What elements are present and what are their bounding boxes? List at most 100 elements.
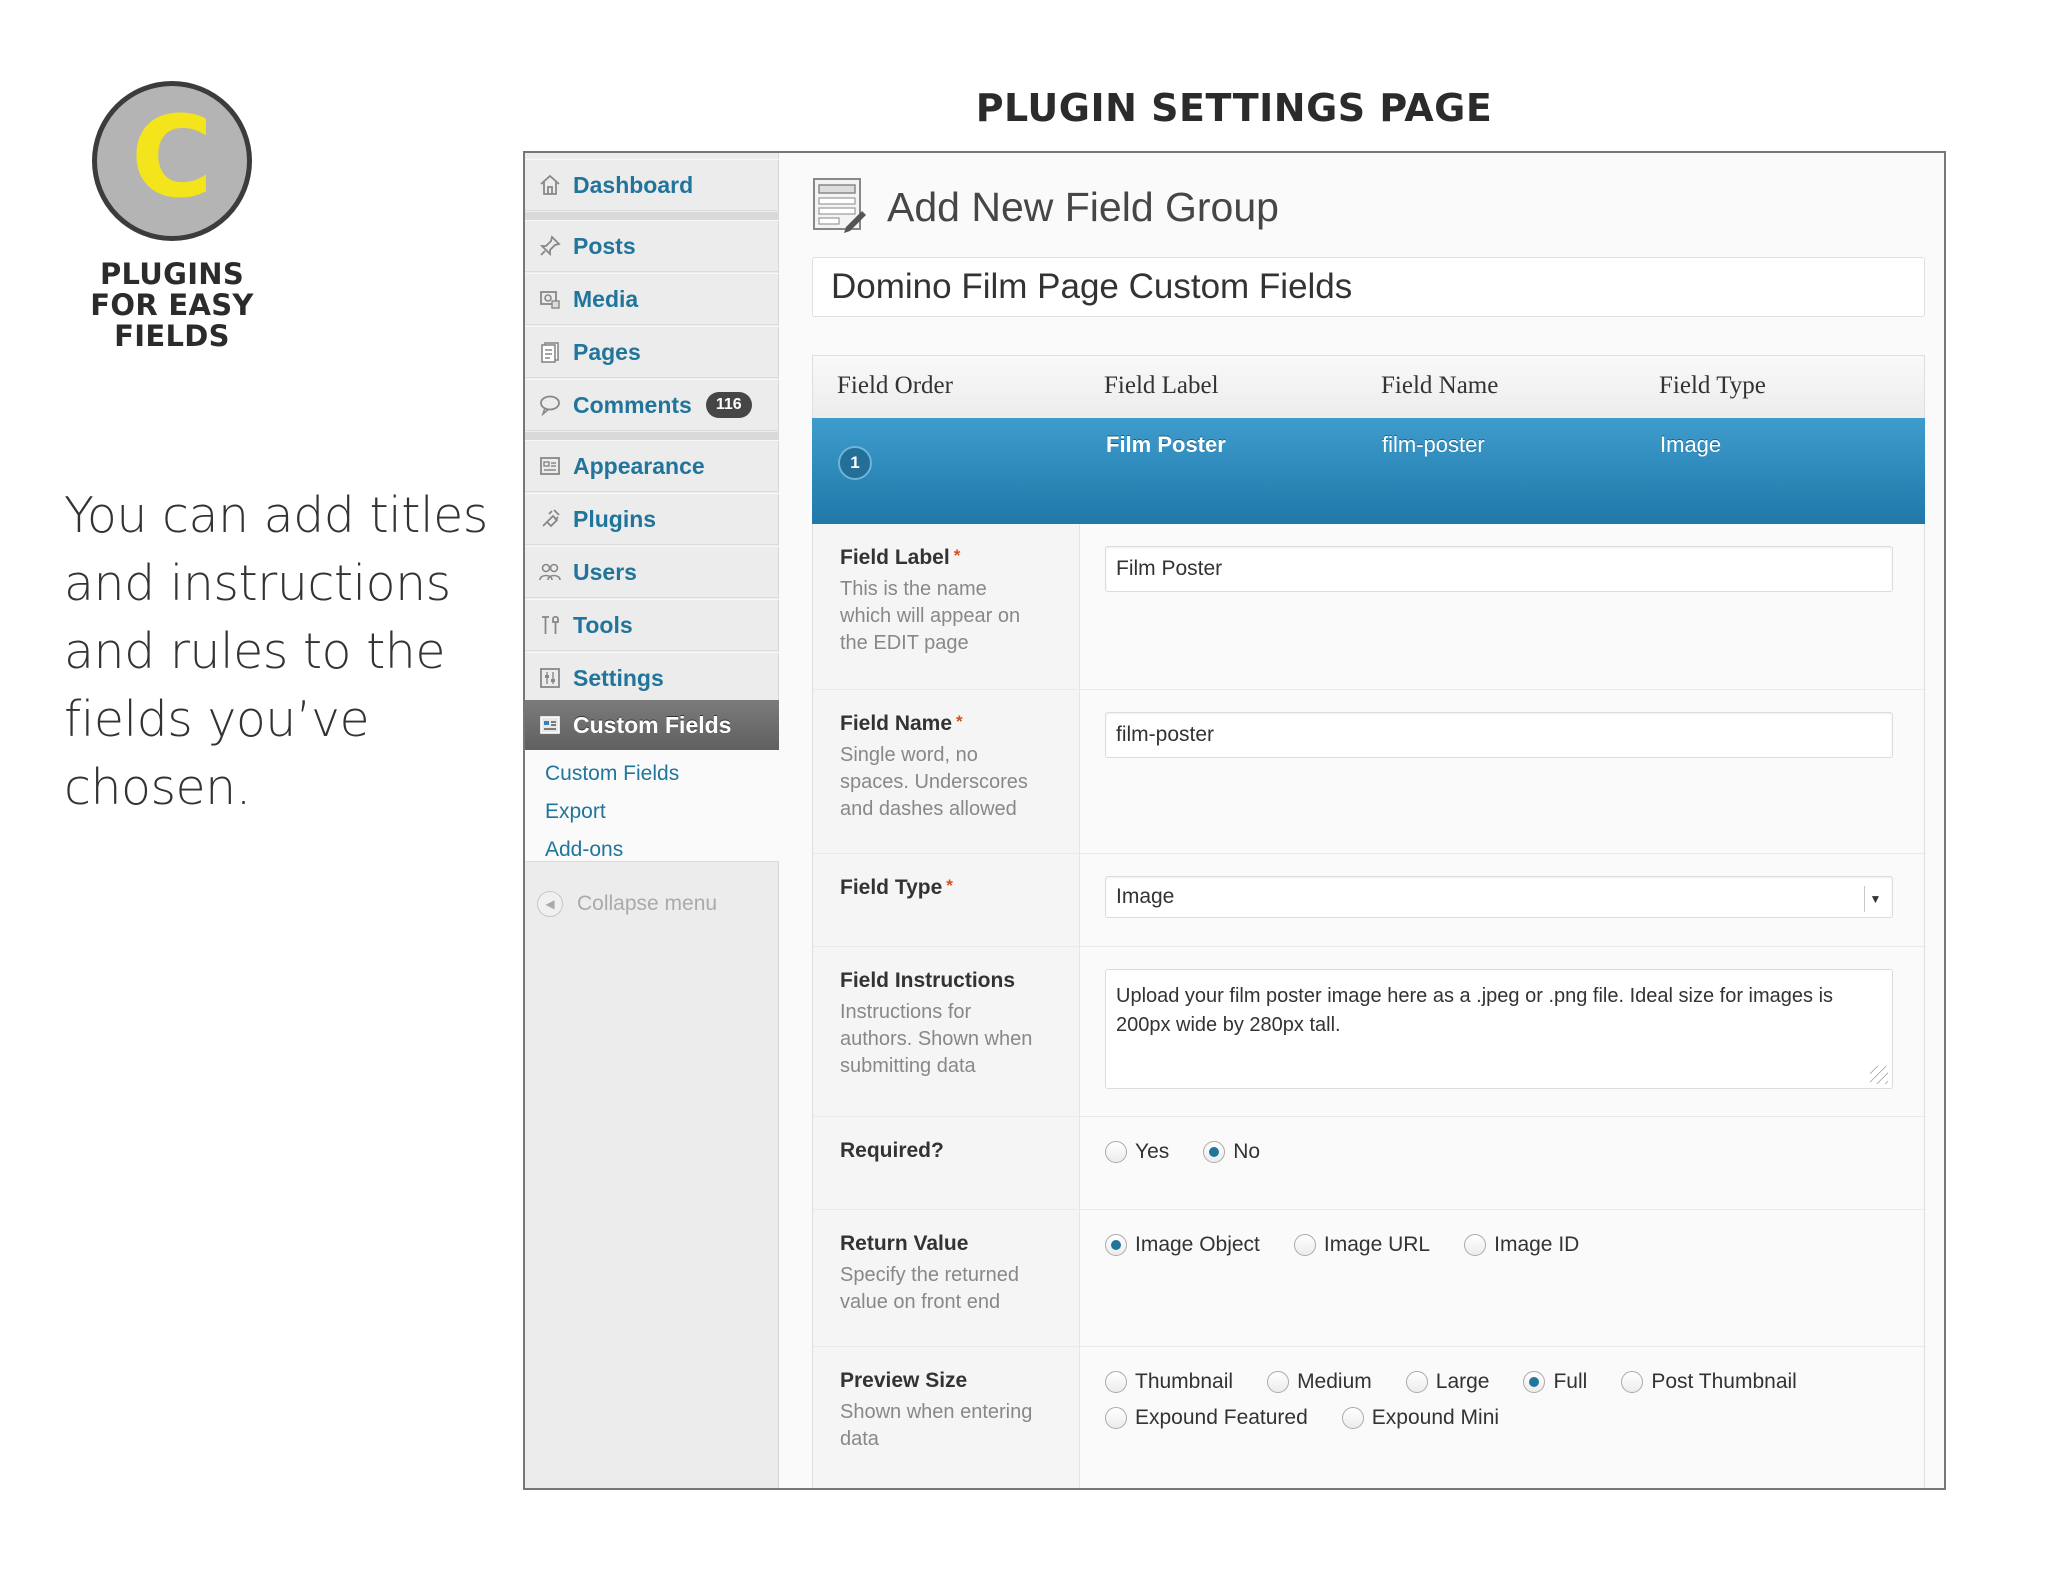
field-order-badge[interactable]: 1 bbox=[838, 446, 872, 480]
radio-button[interactable] bbox=[1105, 1141, 1127, 1163]
submenu-add-ons[interactable]: Add-ons bbox=[545, 838, 623, 862]
radio-label: Medium bbox=[1297, 1370, 1372, 1393]
field-row-active[interactable]: 1 Film Poster film-poster Image bbox=[812, 418, 1925, 524]
sidebar-item-comments[interactable]: Comments 116 bbox=[525, 379, 779, 431]
description-text: You can add titles and instructions and … bbox=[64, 487, 488, 816]
row-field-type: Image bbox=[1660, 432, 1722, 457]
radio-button[interactable] bbox=[1105, 1371, 1127, 1393]
field-group-title-input[interactable]: Domino Film Page Custom Fields bbox=[812, 257, 1925, 317]
appearance-icon bbox=[537, 453, 563, 479]
radio-expound-mini[interactable]: Expound Mini bbox=[1341, 1406, 1499, 1430]
return-value-radio-group: Image Object Image URL Image ID bbox=[1105, 1233, 1885, 1257]
row-field-name: film-poster bbox=[1382, 432, 1485, 457]
radio-image-id[interactable]: Image ID bbox=[1464, 1233, 1579, 1257]
radio-post-thumbnail[interactable]: Post Thumbnail bbox=[1621, 1370, 1797, 1394]
radio-label: Full bbox=[1553, 1370, 1588, 1393]
badge-caption: PLUGINS FOR EASY FIELDS bbox=[90, 257, 254, 353]
sidebar-item-label: Posts bbox=[573, 232, 636, 259]
radio-required-yes[interactable]: Yes bbox=[1105, 1140, 1169, 1164]
radio-label: No bbox=[1233, 1140, 1261, 1163]
radio-label: Image Object bbox=[1135, 1233, 1260, 1256]
chevron-down-icon[interactable]: ▼ bbox=[1864, 886, 1886, 912]
sidebar-item-settings[interactable]: Settings bbox=[525, 652, 779, 704]
sidebar-item-posts[interactable]: Posts bbox=[525, 220, 779, 272]
radio-required-no[interactable]: No bbox=[1203, 1140, 1260, 1164]
sidebar-item-label: Users bbox=[573, 558, 637, 585]
collapse-menu-button[interactable]: ◀ Collapse menu bbox=[537, 891, 717, 917]
required-star: * bbox=[953, 546, 961, 565]
setting-row-return-value: Return Value Specify the returned value … bbox=[813, 1210, 1926, 1347]
radio-button-selected[interactable] bbox=[1105, 1234, 1127, 1256]
submenu-export[interactable]: Export bbox=[545, 800, 606, 824]
pin-icon bbox=[537, 233, 563, 259]
radio-large[interactable]: Large bbox=[1405, 1370, 1489, 1394]
radio-button[interactable] bbox=[1464, 1234, 1487, 1256]
home-icon bbox=[537, 172, 563, 198]
sidebar-item-plugins[interactable]: Plugins bbox=[525, 493, 779, 545]
radio-image-url[interactable]: Image URL bbox=[1293, 1233, 1430, 1257]
users-icon bbox=[537, 559, 563, 585]
resize-grip-icon[interactable] bbox=[1870, 1066, 1888, 1084]
badge-letter: C bbox=[130, 93, 214, 223]
required-radio-group: Yes No bbox=[1105, 1140, 1885, 1164]
tools-icon bbox=[537, 612, 563, 638]
custom-fields-submenu: Custom Fields Export Add-ons bbox=[525, 750, 779, 862]
radio-label: Post Thumbnail bbox=[1651, 1370, 1797, 1393]
radio-button-selected[interactable] bbox=[1523, 1371, 1546, 1393]
header-field-name: Field Name bbox=[1381, 372, 1499, 399]
media-icon bbox=[537, 286, 563, 312]
collapse-menu-label: Collapse menu bbox=[577, 892, 718, 915]
sidebar-item-label: Media bbox=[573, 285, 639, 312]
radio-button[interactable] bbox=[1341, 1407, 1364, 1429]
radio-button[interactable] bbox=[1405, 1371, 1428, 1393]
header-field-order: Field Order bbox=[837, 372, 953, 399]
sidebar-item-appearance[interactable]: Appearance bbox=[525, 440, 779, 492]
settings-icon bbox=[537, 665, 563, 691]
setting-description: Single word, no spaces. Underscores and … bbox=[840, 744, 1028, 820]
row-field-label[interactable]: Film Poster bbox=[1106, 432, 1226, 458]
radio-button[interactable] bbox=[1267, 1371, 1290, 1393]
menu-separator bbox=[525, 432, 779, 440]
setting-row-field-name: Field Name * Single word, no spaces. Unde… bbox=[813, 690, 1926, 854]
preview-size-radio-group: Thumbnail Medium Large Full Post Thumbna… bbox=[1105, 1370, 1885, 1430]
radio-thumbnail[interactable]: Thumbnail bbox=[1105, 1370, 1233, 1394]
field-name-input-value: film-poster bbox=[1116, 723, 1215, 746]
sidebar-item-users[interactable]: Users bbox=[525, 546, 779, 598]
comment-count-badge: 116 bbox=[705, 392, 752, 418]
field-name-input[interactable]: film-poster bbox=[1105, 712, 1893, 758]
radio-button[interactable] bbox=[1621, 1371, 1644, 1393]
submenu-custom-fields[interactable]: Custom Fields bbox=[545, 762, 679, 786]
radio-medium[interactable]: Medium bbox=[1267, 1370, 1372, 1394]
sidebar-item-label: Custom Fields bbox=[573, 711, 732, 738]
sidebar-item-label: Dashboard bbox=[573, 171, 694, 198]
radio-full[interactable]: Full bbox=[1523, 1370, 1587, 1394]
field-type-select[interactable]: Image ▼ bbox=[1105, 876, 1893, 918]
field-label-input-value: Film Poster bbox=[1116, 557, 1223, 580]
radio-expound-featured[interactable]: Expound Featured bbox=[1105, 1406, 1308, 1430]
fields-table-header: Field Order Field Label Field Name Field… bbox=[812, 355, 1925, 418]
radio-button[interactable] bbox=[1105, 1407, 1127, 1429]
page-title: Add New Field Group bbox=[887, 184, 1279, 230]
radio-button[interactable] bbox=[1293, 1234, 1316, 1256]
sidebar-item-custom-fields[interactable]: Custom Fields bbox=[525, 700, 779, 750]
comment-icon bbox=[537, 392, 563, 418]
sidebar-item-tools[interactable]: Tools bbox=[525, 599, 779, 651]
sidebar-item-media[interactable]: Media bbox=[525, 273, 779, 325]
radio-label: Thumbnail bbox=[1135, 1370, 1234, 1393]
sidebar-item-label: Settings bbox=[573, 664, 664, 691]
field-label-input[interactable]: Film Poster bbox=[1105, 546, 1893, 592]
setting-row-field-label: Field Label * This is the name which will… bbox=[813, 524, 1926, 690]
setting-label: Required? bbox=[840, 1139, 944, 1162]
required-star: * bbox=[956, 712, 963, 731]
field-instructions-textarea[interactable]: Upload your film poster image here as a … bbox=[1105, 969, 1893, 1089]
header-field-label: Field Label bbox=[1104, 372, 1219, 399]
setting-label: Return Value bbox=[840, 1232, 969, 1255]
sidebar-item-pages[interactable]: Pages bbox=[525, 326, 779, 378]
setting-description: This is the name which will appear on th… bbox=[840, 578, 1021, 654]
radio-image-object[interactable]: Image Object bbox=[1105, 1233, 1260, 1257]
radio-label: Expound Featured bbox=[1135, 1406, 1308, 1429]
radio-button-selected[interactable] bbox=[1203, 1141, 1226, 1163]
radio-label: Image ID bbox=[1494, 1233, 1580, 1256]
sidebar-item-dashboard[interactable]: Dashboard bbox=[525, 159, 779, 211]
setting-row-field-type: Field Type * Image ▼ bbox=[813, 854, 1926, 947]
